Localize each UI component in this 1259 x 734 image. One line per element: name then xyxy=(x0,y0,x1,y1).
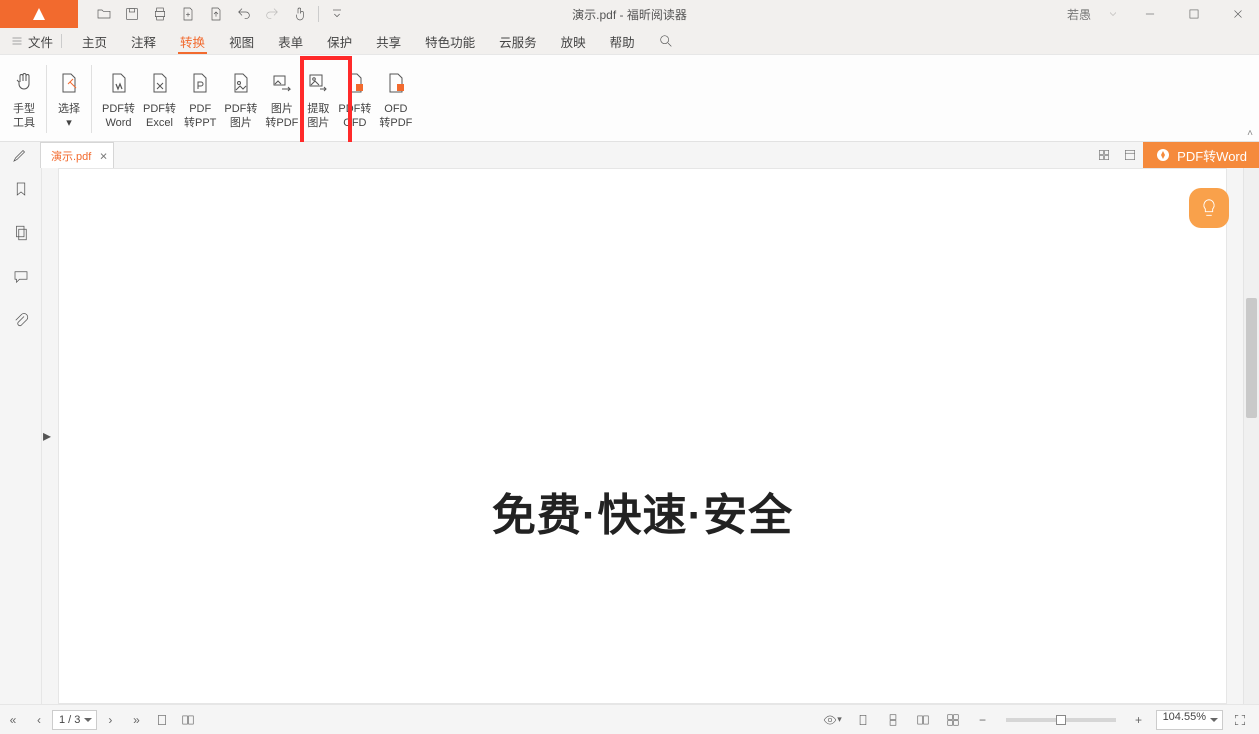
maximize-button[interactable] xyxy=(1173,0,1215,28)
close-tab-icon[interactable]: × xyxy=(100,148,108,163)
pages-icon[interactable] xyxy=(10,222,32,244)
first-page-icon[interactable]: « xyxy=(0,707,26,733)
search-icon[interactable] xyxy=(653,28,679,54)
view-mode4-icon[interactable] xyxy=(940,707,966,733)
qat-dropdown-icon[interactable] xyxy=(323,2,351,26)
fullscreen-icon[interactable] xyxy=(1227,707,1253,733)
view-mode1-icon[interactable] xyxy=(850,707,876,733)
prev-page-icon[interactable]: ‹ xyxy=(26,707,52,733)
window-title: 演示.pdf - 福昕阅读器 xyxy=(572,6,687,23)
layout-double-icon[interactable] xyxy=(175,707,201,733)
left-sidebar xyxy=(0,168,42,704)
user-name[interactable]: 若愚 xyxy=(1067,6,1091,23)
panel-toggle-icon[interactable] xyxy=(1117,142,1143,168)
view-mode2-icon[interactable] xyxy=(880,707,906,733)
visibility-icon[interactable]: ▾ xyxy=(820,707,846,733)
user-dropdown-icon[interactable] xyxy=(1099,0,1127,28)
pdf-to-word-promo-button[interactable]: PDF转Word xyxy=(1143,142,1259,168)
image-to-pdf-button[interactable]: 图片 转PDF xyxy=(261,59,302,139)
hint-bulb-button[interactable] xyxy=(1189,188,1229,228)
close-button[interactable] xyxy=(1217,0,1259,28)
redo-icon[interactable] xyxy=(258,2,286,26)
zoom-selector[interactable]: 104.55% xyxy=(1156,710,1223,730)
layout-single-icon[interactable] xyxy=(149,707,175,733)
expand-sidebar-icon[interactable]: ▸ xyxy=(42,416,52,456)
document-tab[interactable]: 演示.pdf × xyxy=(40,142,114,168)
tab-annotate[interactable]: 注释 xyxy=(119,28,168,54)
next-page-icon[interactable]: › xyxy=(97,707,123,733)
undo-icon[interactable] xyxy=(230,2,258,26)
tab-features[interactable]: 特色功能 xyxy=(413,28,487,54)
open-file-icon[interactable] xyxy=(90,2,118,26)
app-logo[interactable] xyxy=(0,0,78,28)
view-mode3-icon[interactable] xyxy=(910,707,936,733)
page-headline: 免费·快速·安全 xyxy=(492,479,793,543)
last-page-icon[interactable]: » xyxy=(123,707,149,733)
hand-tool-button[interactable]: 手型 工具 xyxy=(8,59,40,139)
thumbnail-grid-icon[interactable] xyxy=(1091,142,1117,168)
pdf-to-word-button[interactable]: PDF转 Word xyxy=(98,59,139,139)
vertical-scrollbar[interactable] xyxy=(1243,168,1259,704)
document-tab-label: 演示.pdf xyxy=(51,148,91,164)
bookmarks-icon[interactable] xyxy=(10,178,32,200)
new-page-icon[interactable] xyxy=(174,2,202,26)
ofd-to-pdf-button[interactable]: OFD 转PDF xyxy=(375,59,416,139)
tab-help[interactable]: 帮助 xyxy=(598,28,647,54)
save-icon[interactable] xyxy=(118,2,146,26)
zoom-in-icon[interactable]: + xyxy=(1126,707,1152,733)
zoom-out-icon[interactable]: − xyxy=(970,707,996,733)
pdf-to-excel-button[interactable]: PDF转 Excel xyxy=(139,59,180,139)
attachments-icon[interactable] xyxy=(10,310,32,332)
tab-cloud[interactable]: 云服务 xyxy=(487,28,549,54)
tab-home[interactable]: 主页 xyxy=(70,28,119,54)
promo-label: PDF转Word xyxy=(1177,146,1247,165)
file-menu[interactable]: 文件 xyxy=(10,32,53,51)
document-canvas[interactable]: 免费·快速·安全 xyxy=(58,168,1227,704)
tab-convert[interactable]: 转换 xyxy=(168,28,217,54)
pdf-to-ppt-button[interactable]: PDF 转PPT xyxy=(180,59,220,139)
tab-protect[interactable]: 保护 xyxy=(315,28,364,54)
comments-icon[interactable] xyxy=(10,266,32,288)
tab-share[interactable]: 共享 xyxy=(364,28,413,54)
print-icon[interactable] xyxy=(146,2,174,26)
zoom-slider[interactable] xyxy=(1006,718,1116,722)
file-menu-label: 文件 xyxy=(28,32,53,51)
pdf-to-ofd-button[interactable]: PDF转 OFD xyxy=(334,59,375,139)
select-tool-button[interactable]: 选择 ▾ xyxy=(53,59,85,139)
collapse-ribbon-icon[interactable]: ˄ xyxy=(1247,128,1253,139)
minimize-button[interactable] xyxy=(1129,0,1171,28)
highlighter-icon[interactable] xyxy=(0,142,40,168)
export-page-icon[interactable] xyxy=(202,2,230,26)
page-selector[interactable]: 1 / 3 xyxy=(52,710,97,730)
tab-view[interactable]: 视图 xyxy=(217,28,266,54)
tab-present[interactable]: 放映 xyxy=(549,28,598,54)
tab-form[interactable]: 表单 xyxy=(266,28,315,54)
touch-mode-icon[interactable] xyxy=(286,2,314,26)
extract-image-button[interactable]: 提取 图片 xyxy=(302,59,334,139)
pdf-to-image-button[interactable]: PDF转 图片 xyxy=(220,59,261,139)
